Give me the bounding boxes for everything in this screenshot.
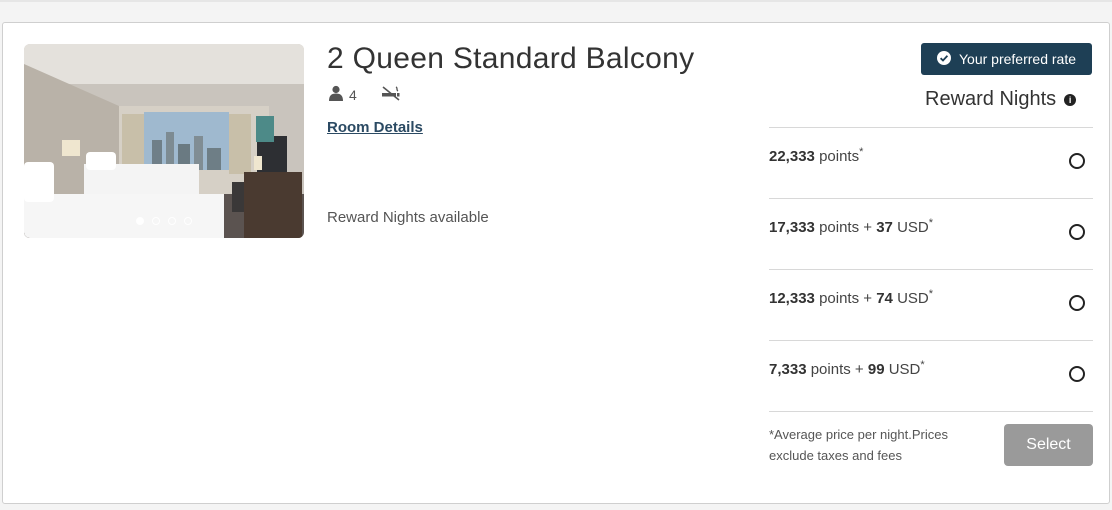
rate-header: Reward Nights i: [925, 88, 1077, 111]
rate-option[interactable]: 17,333 points + 37 USD*: [769, 198, 1093, 269]
preferred-rate-badge: Your preferred rate: [921, 43, 1092, 75]
preferred-rate-label: Your preferred rate: [959, 51, 1076, 67]
rate-option-text: 17,333 points + 37 USD*: [769, 217, 934, 236]
room-details-link[interactable]: Room Details: [327, 119, 423, 136]
top-divider: [0, 0, 1112, 2]
rate-radio[interactable]: [1069, 153, 1085, 169]
room-photo: [24, 44, 304, 238]
carousel-dot-4[interactable]: [184, 217, 192, 225]
carousel-dot-3[interactable]: [168, 217, 176, 225]
rate-option-text: 12,333 points + 74 USD*: [769, 288, 934, 307]
info-icon[interactable]: i: [1064, 93, 1077, 106]
rates-footer: *Average price per night.Prices exclude …: [769, 411, 1093, 472]
room-card: 2 Queen Standard Balcony 4 Room Details …: [2, 22, 1110, 504]
carousel-dots: [136, 217, 192, 225]
rate-option-text: 22,333 points*: [769, 146, 864, 165]
rate-option-text: 7,333 points + 99 USD*: [769, 359, 925, 378]
select-button[interactable]: Select: [1004, 424, 1093, 466]
rate-option[interactable]: 12,333 points + 74 USD*: [769, 269, 1093, 340]
room-title: 2 Queen Standard Balcony: [327, 42, 695, 75]
rate-radio[interactable]: [1069, 224, 1085, 240]
rate-option[interactable]: 7,333 points + 99 USD*: [769, 340, 1093, 411]
room-photo-carousel[interactable]: [24, 44, 304, 238]
rate-option[interactable]: 22,333 points*: [769, 127, 1093, 198]
check-circle-icon: [937, 50, 951, 68]
rate-radio[interactable]: [1069, 295, 1085, 311]
rate-options: 22,333 points* 17,333 points + 37 USD* 1…: [769, 127, 1093, 472]
person-icon: [329, 85, 343, 104]
no-smoking-icon: [381, 85, 401, 104]
occupancy-count: 4: [349, 86, 357, 103]
rate-header-label: Reward Nights: [925, 88, 1057, 110]
carousel-dot-2[interactable]: [152, 217, 160, 225]
carousel-dot-1[interactable]: [136, 217, 144, 225]
price-disclaimer: *Average price per night.Prices exclude …: [769, 427, 948, 463]
rate-radio[interactable]: [1069, 366, 1085, 382]
availability-text: Reward Nights available: [327, 209, 489, 226]
room-attributes: 4: [329, 85, 401, 104]
